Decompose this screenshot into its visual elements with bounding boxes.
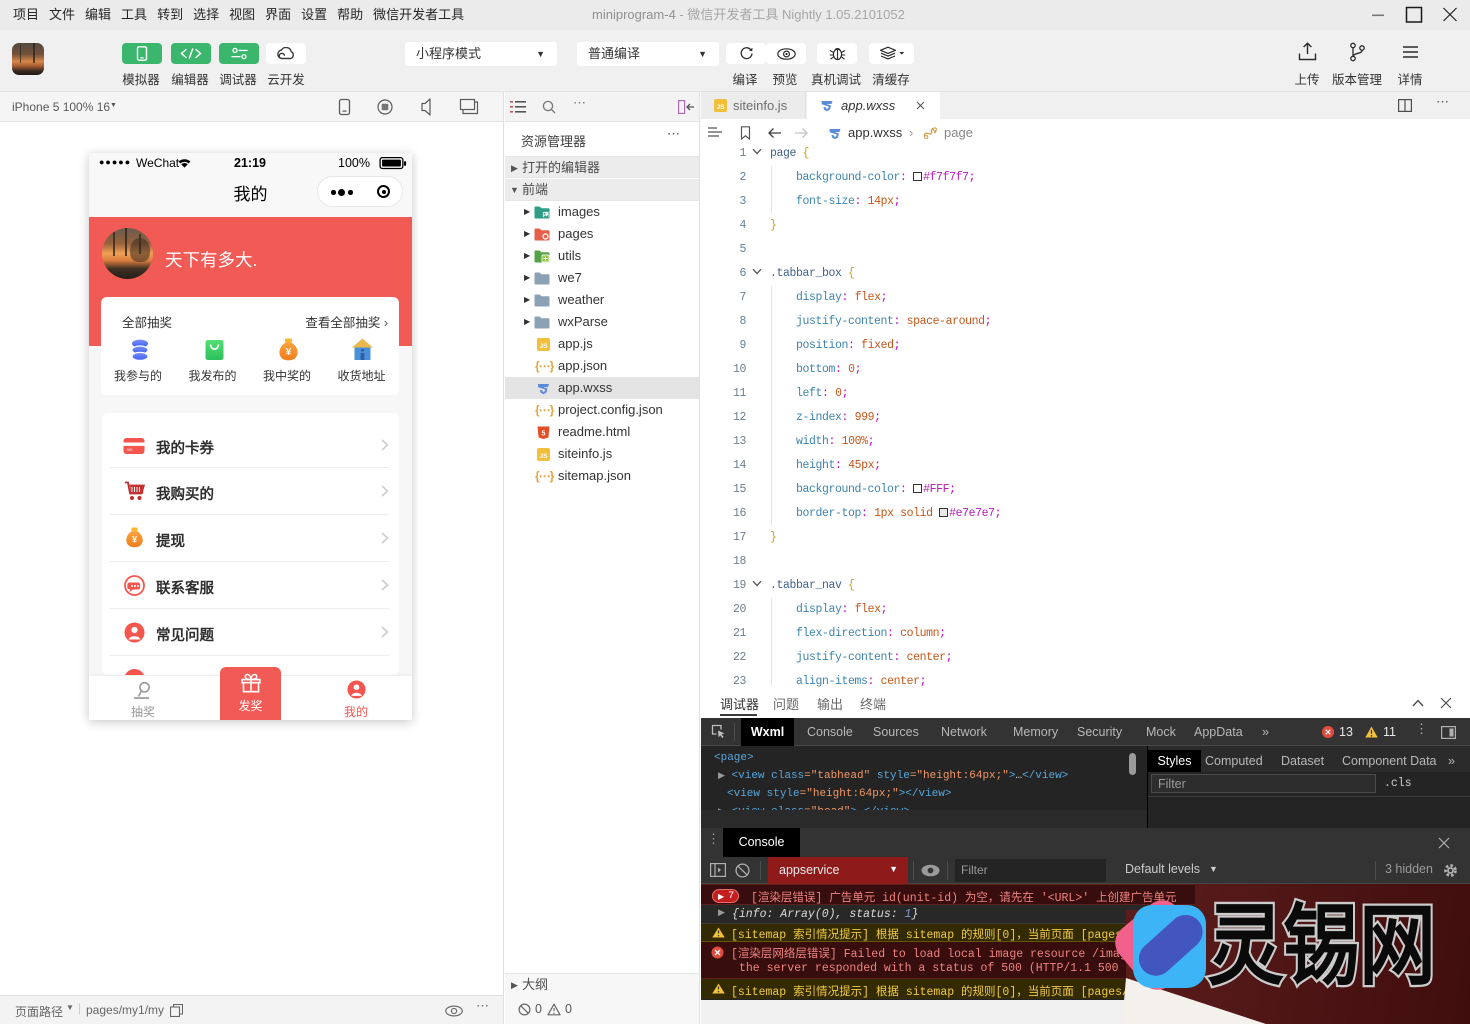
svg-text:5: 5 bbox=[542, 430, 546, 437]
svg-text:¥: ¥ bbox=[286, 347, 292, 358]
svg-text:JS: JS bbox=[717, 104, 726, 111]
svg-text:¥: ¥ bbox=[132, 534, 137, 544]
svg-text:JS: JS bbox=[540, 452, 549, 459]
svg-text:JS: JS bbox=[540, 342, 549, 349]
